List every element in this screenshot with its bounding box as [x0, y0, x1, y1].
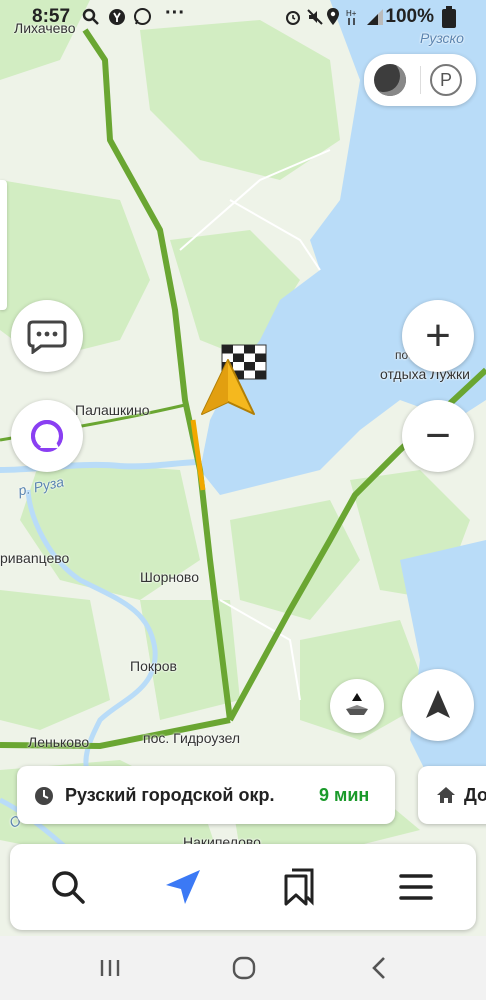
home-route-card[interactable]: До: [418, 766, 486, 824]
back-button[interactable]: [364, 953, 394, 983]
alice-icon: [30, 420, 63, 452]
chat-bubble-icon: [27, 320, 67, 354]
map-layers-pill: P: [364, 54, 476, 106]
label-lenkovo: Леньково: [28, 734, 90, 750]
plus-icon: +: [425, 311, 451, 360]
label-gidrouzel: пос. Гидроузел: [143, 730, 241, 746]
route-destination-name: Рузский городской окр.: [65, 785, 275, 805]
alarm-status-icon: [286, 11, 300, 25]
whatsapp-status-icon: [134, 8, 151, 25]
system-nav-bar: [0, 936, 486, 1000]
tab-menu[interactable]: [391, 862, 441, 912]
home-circle-icon: [232, 956, 256, 980]
parking-button[interactable]: P: [430, 64, 462, 96]
battery-icon: [442, 6, 456, 28]
tab-bookmarks[interactable]: [274, 862, 324, 912]
tab-search[interactable]: [43, 862, 93, 912]
back-icon: [372, 957, 385, 979]
network-status-icon: H+: [346, 9, 357, 25]
search-status-icon: [82, 8, 99, 25]
zoom-out-button[interactable]: −: [402, 400, 474, 472]
home-nav-button[interactable]: [229, 953, 259, 983]
bookmarks-icon: [284, 868, 314, 906]
route-card[interactable]: Рузский городской окр. 9 мин: [17, 766, 395, 824]
navigation-arrow-icon: [426, 690, 450, 718]
side-panel-handle[interactable]: [0, 180, 7, 310]
recent-apps-icon: [100, 960, 120, 976]
alice-voice-button[interactable]: [11, 400, 83, 472]
status-time: 8:57: [32, 6, 71, 27]
chat-button[interactable]: [11, 300, 83, 372]
signal-status-icon: [367, 9, 383, 25]
home-route-label: До: [464, 785, 486, 805]
layers-button[interactable]: [374, 64, 406, 96]
compass-icon: [346, 693, 368, 715]
mute-status-icon: [307, 9, 323, 25]
location-status-icon: [327, 8, 339, 25]
clock-icon: [35, 787, 53, 805]
bottom-tab-bar: [10, 844, 476, 930]
svg-text:H+: H+: [346, 9, 357, 18]
zoom-in-button[interactable]: +: [402, 300, 474, 372]
label-palashkino: Палашкино: [75, 402, 150, 418]
tab-navigation[interactable]: [158, 862, 208, 912]
recent-apps-button[interactable]: [95, 953, 125, 983]
label-pokrov: Покров: [130, 658, 177, 674]
home-icon: [437, 787, 455, 803]
compass-button[interactable]: [330, 679, 384, 733]
label-shornovo: Шорново: [140, 569, 199, 585]
status-bar: 8:57 ··· H+ 100%: [0, 0, 486, 34]
label-rivantsevo: ривanцево: [0, 550, 70, 566]
user-location-arrow-icon: [201, 359, 255, 415]
parking-icon: P: [439, 69, 452, 90]
minus-icon: −: [425, 411, 451, 460]
menu-icon: [399, 874, 433, 900]
pill-divider: [420, 66, 421, 94]
more-status-icon: ···: [165, 2, 185, 24]
navigation-icon: [166, 870, 200, 904]
search-icon: [52, 871, 85, 904]
yandex-status-icon: [109, 9, 125, 25]
battery-percent: 100%: [385, 6, 434, 27]
route-eta: 9 мин: [319, 785, 370, 805]
my-location-button[interactable]: [402, 669, 474, 741]
